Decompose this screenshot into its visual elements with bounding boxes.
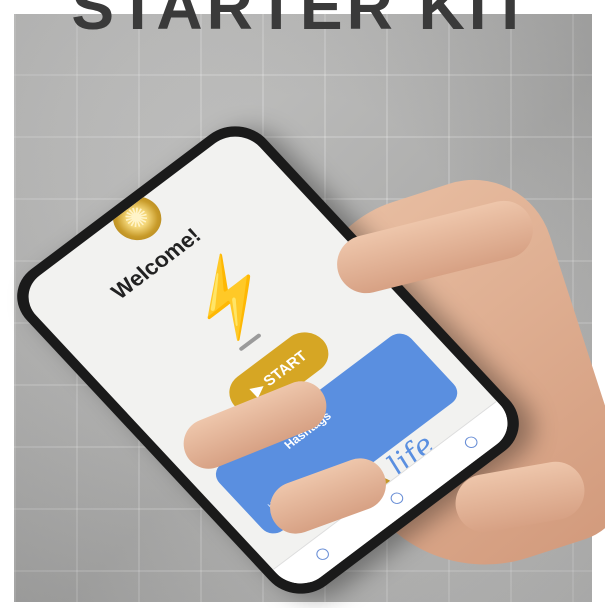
lightning-bolt-icon: ⚡ bbox=[166, 240, 294, 354]
nav-home-icon[interactable] bbox=[313, 546, 332, 563]
nav-settings-icon[interactable] bbox=[462, 434, 481, 451]
banner-title: STARTER KIT bbox=[71, 0, 534, 43]
nav-profile-icon[interactable] bbox=[388, 490, 406, 507]
